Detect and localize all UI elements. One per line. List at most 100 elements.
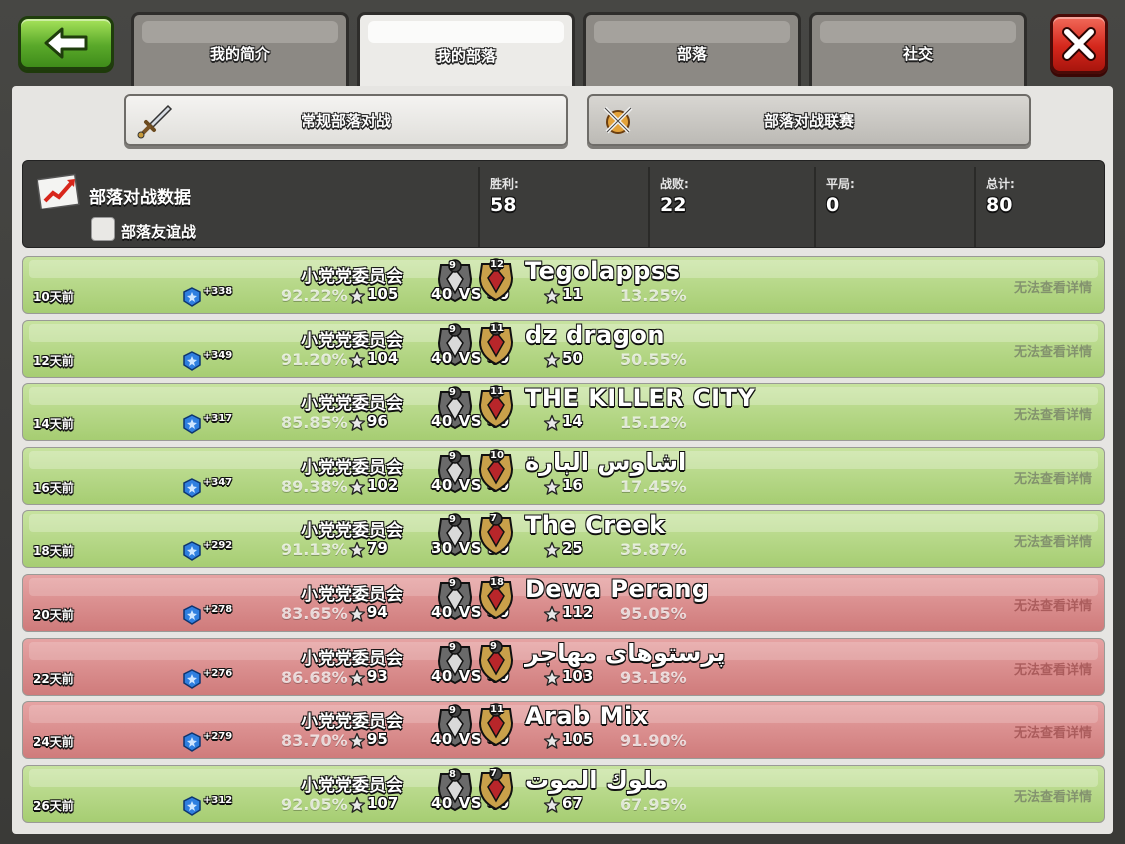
enemy-destruction-percent: 13.25% [620,286,687,305]
enemy-clan-name: Dewa Perang [525,575,710,603]
war-time-ago: 24天前 [33,735,74,750]
war-time-ago: 16天前 [33,480,74,495]
tab-label: 部落 [676,45,707,63]
war-time-ago: 26天前 [33,798,74,813]
star-icon [543,478,561,500]
enemy-stars: 105 [562,730,594,749]
stat-draws-label: 平局: [826,177,855,191]
enemy-stars: 16 [562,475,583,494]
view-details-link[interactable]: 无法查看详情 [1014,722,1092,741]
star-icon [543,541,561,563]
enemy-clan-badge-icon: 12 [474,258,518,306]
stat-wins-label: 胜利: [490,177,519,191]
clan-xp-icon [183,541,201,565]
enemy-destruction-percent: 95.05% [620,604,687,623]
enemy-clan-level: 18 [490,577,504,588]
enemy-clan-badge-icon: 11 [474,385,518,433]
friendly-war-checkbox[interactable] [91,217,115,241]
war-row[interactable]: 12天前 +349 小党党委员会 91.20% 104 9 40 VS 40 11 dz dra… [22,319,1105,378]
tab-clans[interactable]: 部落 [583,12,801,86]
clan-xp-icon [183,414,201,438]
our-destruction-percent: 91.20% [281,349,348,369]
star-icon [543,287,561,309]
enemy-destruction-percent: 91.90% [620,731,687,751]
tab-my-clan[interactable]: 我的部落 [357,12,575,90]
star-icon [348,414,366,436]
star-icon [348,669,366,691]
our-clan-name: 小党党委员会 [301,775,403,796]
war-row[interactable]: 26天前 +312 小党党委员会 92.05% 107 8 40 VS 40 7 ملوك ال… [22,764,1105,823]
enemy-stars: 50 [562,348,583,367]
our-clan-level: 9 [449,260,456,271]
tab-social[interactable]: 社交 [809,12,1027,86]
our-clan-level: 9 [449,514,456,526]
enemy-clan-level: 11 [490,704,504,716]
war-row[interactable]: 18天前 +292 小党党委员会 91.13% 79 9 30 VS 30 7 The Cree… [22,510,1105,569]
enemy-clan-name: dz dragon [525,320,665,349]
our-destruction-percent: 92.05% [281,794,348,814]
star-icon [348,796,366,818]
war-time-ago: 18天前 [33,544,74,559]
view-details-link[interactable]: 无法查看详情 [1014,531,1092,550]
war-row[interactable]: 20天前 +278 小党党委员会 83.65% 94 9 40 VS 40 18 Dewa Pe… [22,574,1105,632]
view-details-link[interactable]: 无法查看详情 [1014,659,1092,678]
war-row[interactable]: 14天前 +317 小党党委员会 85.85% 96 9 40 VS 40 11 THE KIL… [22,383,1105,442]
stat-wins-value: 58 [490,194,517,216]
view-details-link[interactable]: 无法查看详情 [1014,341,1092,360]
war-row[interactable]: 16天前 +347 小党党委员会 89.38% 102 9 40 VS 40 10 اشاوس … [22,446,1105,505]
war-row[interactable]: 22天前 +276 小党党委员会 86.68% 93 9 40 VS 40 9 پرستوهای… [22,637,1105,696]
our-clan-name: 小党党委员会 [301,330,403,351]
clan-xp-gain: +292 [203,540,233,552]
our-clan-name: 小党党委员会 [301,648,403,669]
regular-war-tab[interactable]: 常规部落对战 [124,94,568,146]
our-clan-name: 小党党委员会 [301,267,403,287]
tab-my-profile[interactable]: 我的简介 [131,12,349,86]
enemy-clan-level: 11 [490,322,504,334]
war-row[interactable]: 24天前 +279 小党党委员会 83.70% 95 9 40 VS 40 11 Arab Mi… [22,701,1105,760]
enemy-stars: 103 [562,666,594,685]
enemy-clan-badge-icon: 7 [474,767,518,815]
war-time-ago: 22天前 [33,671,74,686]
clan-xp-icon [183,477,201,502]
enemy-clan-level: 11 [490,386,504,398]
war-league-tab[interactable]: 部落对战联赛 [587,94,1031,146]
clan-xp-gain: +279 [203,731,233,743]
clan-xp-icon [183,795,201,820]
view-details-link[interactable]: 无法查看详情 [1014,786,1092,805]
clan-xp-gain: +317 [203,413,233,425]
our-stars: 79 [367,539,388,558]
view-details-link[interactable]: 无法查看详情 [1014,404,1092,423]
close-button[interactable] [1050,14,1108,74]
enemy-clan-name: پرستوهای مهاجر [525,638,726,667]
war-time-ago: 14天前 [33,417,74,432]
our-clan-level: 9 [449,578,456,589]
stat-draws-value: 0 [826,194,840,216]
war-league-label: 部落对战联赛 [763,111,854,130]
clan-xp-gain: +338 [203,286,233,297]
enemy-stars: 67 [562,793,583,812]
our-stars: 102 [367,475,399,494]
tab-label: 我的简介 [209,45,270,63]
our-clan-name: 小党党委员会 [301,394,403,415]
stats-chart-icon [37,173,80,209]
view-details-link[interactable]: 无法查看详情 [1014,277,1092,296]
star-icon [348,605,366,627]
war-stats-bar: 部落对战数据 部落友谊战 胜利: 58 战败: 22 平局: 0 总计: 80 [22,160,1105,248]
star-icon [348,541,366,563]
view-details-link[interactable]: 无法查看详情 [1014,468,1092,487]
regular-war-label: 常规部落对战 [300,111,391,130]
war-row[interactable]: 10天前 +338 小党党委员会 92.22% 105 9 40 VS 40 12 Tegola… [22,256,1105,314]
stat-total-value: 80 [986,194,1013,216]
our-clan-level: 9 [449,641,456,653]
view-details-link[interactable]: 无法查看详情 [1014,595,1092,614]
clan-xp-gain: +349 [203,349,233,361]
clan-xp-gain: +347 [203,476,233,488]
enemy-stars: 11 [562,285,583,303]
enemy-clan-level: 7 [490,513,497,525]
enemy-clan-name: The Creek [525,511,666,540]
enemy-clan-badge-icon: 18 [474,576,518,624]
back-button[interactable] [18,16,114,70]
enemy-destruction-percent: 93.18% [620,667,687,687]
enemy-stars: 14 [562,412,583,431]
clan-xp-icon [183,732,201,756]
